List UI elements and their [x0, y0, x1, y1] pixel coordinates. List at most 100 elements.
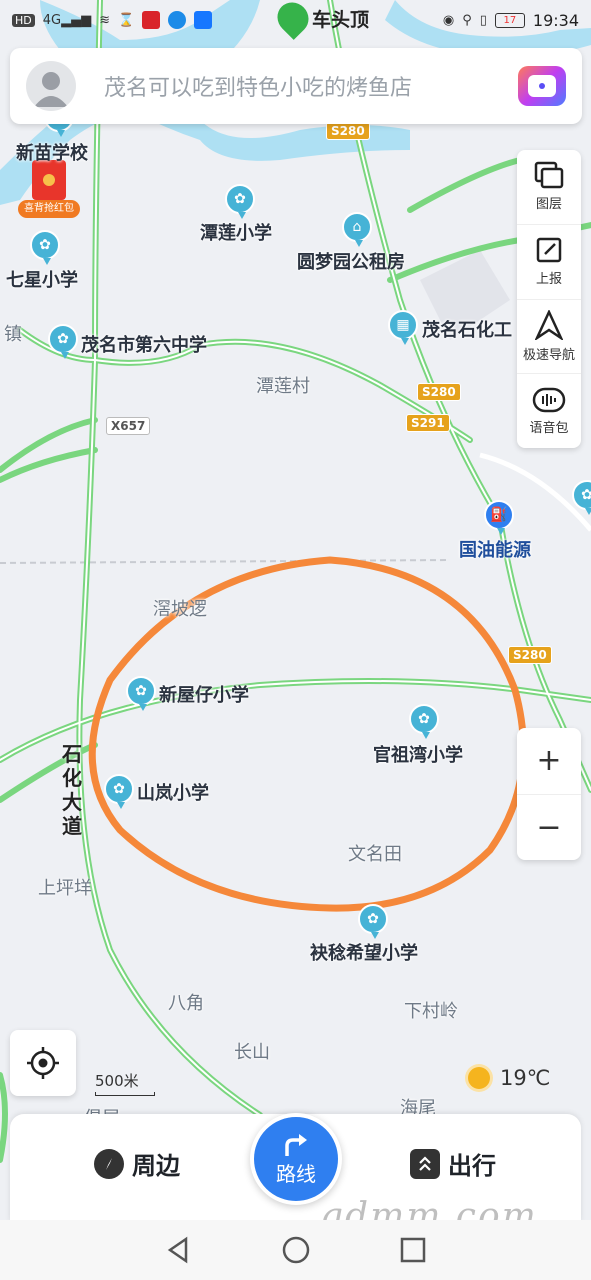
admin-boundary — [0, 559, 451, 564]
place-label[interactable]: 官祖湾小学 — [373, 741, 463, 767]
navigation-mountain-icon — [271, 0, 315, 40]
mic-app-icon — [142, 11, 161, 29]
road-badge: S280 — [508, 646, 552, 664]
search-input[interactable]: 茂名可以吃到特色小吃的烤鱼店 — [104, 70, 518, 102]
signal-4g-label: 4G — [42, 12, 62, 28]
school-pin-icon[interactable]: ✿ — [409, 704, 439, 739]
wifi-icon: ≋ — [99, 12, 111, 28]
map-canvas[interactable]: 喜背抢红包 ✿ ✿ ⌂ ✿ ✿ ▦ ⛽ ✿ ✿ ✿ ✿ ✿ 新苗学校 潭莲小学 … — [0, 0, 591, 1220]
road-badge: X657 — [106, 417, 151, 435]
sun-icon — [468, 1067, 490, 1089]
back-icon[interactable] — [164, 1235, 194, 1265]
browser-app-icon — [168, 11, 187, 29]
place-label[interactable]: 茂名石化工 — [422, 316, 512, 342]
layers-button[interactable]: 图层 — [517, 150, 581, 225]
report-label: 上报 — [535, 272, 562, 288]
area-label: 长山 — [234, 1042, 270, 1063]
recents-icon[interactable] — [398, 1235, 428, 1265]
location-icon: ⚲ — [462, 12, 472, 28]
road-badge: S291 — [406, 414, 450, 432]
navigation-arrow-icon — [535, 309, 563, 340]
school-pin-icon[interactable]: ✿ — [48, 324, 78, 359]
place-label[interactable]: 山岚小学 — [137, 779, 209, 805]
location-title: 车头顶 — [312, 8, 370, 31]
locate-me-button[interactable] — [10, 1030, 76, 1096]
zoom-in-button[interactable]: + — [517, 728, 581, 794]
report-button[interactable]: 上报 — [517, 225, 581, 300]
layers-label: 图层 — [535, 197, 562, 213]
place-label[interactable]: 七星小学 — [6, 266, 78, 292]
school-pin-icon[interactable]: ✿ — [30, 230, 60, 265]
road-badge: S280 — [417, 383, 461, 401]
area-label: 文名田 — [348, 844, 402, 865]
hd-icon: HD — [12, 13, 35, 27]
fast-nav-label: 极速导航 — [522, 347, 575, 363]
layers-icon — [534, 162, 564, 189]
place-label[interactable]: 袂稔希望小学 — [310, 939, 418, 965]
place-label[interactable]: 圆梦园公租房 — [297, 248, 405, 274]
travel-label: 出行 — [448, 1152, 496, 1180]
voice-pack-button[interactable]: 语音包 — [517, 374, 581, 448]
crosshair-icon — [27, 1047, 59, 1079]
voice-assistant-button[interactable] — [518, 66, 566, 106]
school-pin-icon[interactable]: ✿ — [104, 774, 134, 809]
scale-label: 500米 — [95, 1072, 139, 1090]
area-label: 八角 — [168, 993, 204, 1014]
battery-icon: 17 — [494, 12, 525, 28]
area-label: 下村岭 — [404, 1001, 458, 1022]
voice-pack-icon — [532, 387, 566, 412]
voice-pack-label: 语音包 — [529, 420, 569, 436]
travel-icon — [410, 1148, 440, 1179]
temperature: 19℃ — [500, 1066, 551, 1090]
place-label[interactable]: 国油能源 — [459, 536, 531, 562]
route-button[interactable]: 路线 — [250, 1113, 342, 1205]
red-packet-icon[interactable]: 喜背抢红包 — [18, 160, 80, 220]
avatar[interactable] — [26, 61, 76, 111]
search-bar[interactable]: 茂名可以吃到特色小吃的烤鱼店 — [10, 48, 582, 124]
red-packet-label: 喜背抢红包 — [18, 200, 80, 218]
nearby-label: 周边 — [132, 1152, 180, 1180]
school-pin-icon[interactable]: ✿ — [358, 904, 388, 939]
area-label: 镇 — [4, 324, 22, 345]
school-pin-icon[interactable]: ✿ — [225, 184, 255, 219]
edit-icon — [536, 237, 562, 263]
zoom-out-button[interactable]: − — [517, 793, 581, 861]
area-label: 潭莲村 — [256, 376, 310, 397]
place-label[interactable]: 新苗学校 — [16, 139, 88, 165]
map-toolbar: 图层 上报 极速导航 语音包 — [517, 150, 581, 448]
system-nav-bar — [0, 1220, 591, 1280]
home-icon[interactable] — [281, 1235, 311, 1265]
building-pin-icon[interactable]: ▦ — [388, 310, 418, 345]
route-label: 路线 — [276, 1161, 316, 1186]
weather-widget[interactable]: 19℃ — [468, 1066, 550, 1090]
turn-right-arrow-icon — [285, 1133, 307, 1156]
clock: 19:34 — [532, 10, 579, 30]
fast-nav-button[interactable]: 极速导航 — [517, 300, 581, 375]
fuel-pin-icon[interactable]: ⛽ — [484, 500, 514, 535]
user-icon — [34, 72, 68, 107]
location-title-group[interactable]: 车头顶 — [271, 0, 370, 40]
alipay-icon — [194, 11, 213, 29]
road-badge: S280 — [326, 122, 370, 140]
status-bar: HD 4G▂▄▆ ≋ ⌛ 车头顶 ◉ ⚲ ▯ 17 19:34 — [0, 0, 591, 40]
vibrate-icon: ▯ — [479, 12, 487, 28]
zoom-control: + − — [517, 728, 581, 860]
battery-level: 17 — [503, 14, 517, 26]
voice-assistant-icon — [528, 75, 556, 97]
scale-bar — [95, 1092, 155, 1096]
map-app-screen: 喜背抢红包 ✿ ✿ ⌂ ✿ ✿ ▦ ⛽ ✿ ✿ ✿ ✿ ✿ 新苗学校 潭莲小学 … — [0, 0, 591, 1280]
area-label: 滘坡逻 — [153, 599, 207, 620]
nearby-button[interactable]: 周边 — [94, 1146, 180, 1181]
place-label[interactable]: 新屋仔小学 — [159, 681, 249, 707]
place-label[interactable]: 潭莲小学 — [200, 219, 272, 245]
area-label: 上坪垟 — [38, 878, 92, 899]
map-base — [0, 0, 591, 1163]
eye-icon: ◉ — [442, 12, 455, 28]
housing-pin-icon[interactable]: ⌂ — [342, 212, 372, 247]
compass-icon — [94, 1148, 124, 1179]
travel-button[interactable]: 出行 — [410, 1146, 496, 1181]
hourglass-icon: ⌛ — [118, 12, 135, 28]
school-pin-icon[interactable]: ✿ — [126, 676, 156, 711]
place-label[interactable]: 茂名市第六中学 — [81, 331, 207, 357]
avenue-label: 石化大道 — [62, 742, 82, 838]
